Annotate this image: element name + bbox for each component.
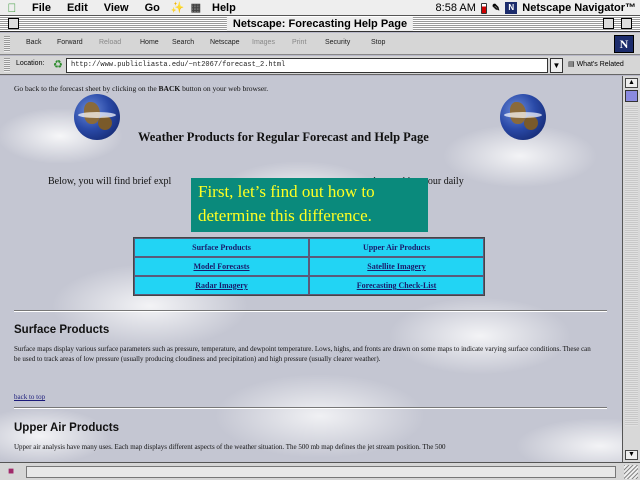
divider <box>14 310 607 312</box>
products-nav-table: Surface Products Upper Air Products Mode… <box>133 237 485 296</box>
menubar:  File Edit View Go ✨ ▦ Help 8:58 AM ✎ N… <box>0 0 640 16</box>
tutorial-overlay: First, let’s find out how to determine t… <box>191 178 428 232</box>
globe-icon-right <box>500 94 546 140</box>
back-instruction-text-end: button on your web browser. <box>180 84 269 93</box>
locationbar-grip[interactable] <box>4 58 10 72</box>
stop-button[interactable]: Stop <box>371 39 385 46</box>
print-button[interactable]: Print <box>292 39 306 46</box>
search-button[interactable]: Search <box>172 39 194 46</box>
status-bar: ■ <box>0 462 640 480</box>
images-button[interactable]: Images <box>252 39 275 46</box>
bookmarks-icon[interactable]: ✨ <box>168 1 188 14</box>
netscape-app-icon: N <box>505 2 518 14</box>
security-lock-icon[interactable]: ■ <box>8 466 14 477</box>
scroll-thumb[interactable] <box>625 90 638 102</box>
link-forecasting-checklist[interactable]: Forecasting Check-List <box>309 276 484 295</box>
whats-related-icon: ▤ <box>568 61 575 68</box>
whats-related-label: What's Related <box>576 61 624 68</box>
divider <box>14 407 607 409</box>
back-instruction-text: Go back to the forecast sheet by clickin… <box>14 84 159 93</box>
menu-file[interactable]: File <box>24 2 59 14</box>
link-surface-products[interactable]: Surface Products <box>134 238 309 257</box>
surface-products-body: Surface maps display various surface par… <box>14 345 591 363</box>
upper-air-body: Upper air analysis have many uses. Each … <box>14 443 446 451</box>
zoom-box[interactable] <box>603 18 614 29</box>
globe-icon-left <box>74 94 120 140</box>
link-satellite-imagery[interactable]: Satellite Imagery <box>309 257 484 276</box>
navigation-toolbar: Back Forward Reload Home Search Netscape… <box>0 33 640 55</box>
window-titlebar[interactable]: Netscape: Forecasting Help Page <box>0 16 640 32</box>
overlay-line-1: First, let’s find out how to <box>198 182 375 201</box>
whats-related-button[interactable]: ▤ What's Related <box>568 60 624 68</box>
upper-air-heading: Upper Air Products <box>14 422 120 434</box>
link-model-forecasts[interactable]: Model Forecasts <box>134 257 309 276</box>
help-balloon-icon[interactable]: ✎ <box>492 3 500 14</box>
link-upper-air-products[interactable]: Upper Air Products <box>309 238 484 257</box>
reload-button[interactable]: Reload <box>99 39 121 46</box>
netscape-logo[interactable]: N <box>614 35 634 53</box>
menubar-clock: 8:58 AM <box>435 2 476 14</box>
toolbar-grip[interactable] <box>4 36 10 52</box>
location-bar: Location: ♻ http://www.publicliasta.edu/… <box>0 56 640 75</box>
collapse-box[interactable] <box>621 18 632 29</box>
page-proxy-icon[interactable]: ♻ <box>53 59 64 72</box>
communicator-icon[interactable]: ▦ <box>188 1 204 14</box>
page-content: Go back to the forecast sheet by clickin… <box>0 76 622 462</box>
forward-button[interactable]: Forward <box>57 39 83 46</box>
location-label: Location: <box>16 60 45 67</box>
netscape-button[interactable]: Netscape <box>210 39 240 46</box>
page-title: Weather Products for Regular Forecast an… <box>138 130 429 144</box>
overlay-line-2: determine this difference. <box>198 206 372 225</box>
back-to-top-link[interactable]: back to top <box>14 393 45 401</box>
link-radar-imagery[interactable]: Radar Imagery <box>134 276 309 295</box>
window-title: Netscape: Forecasting Help Page <box>226 17 414 31</box>
menu-edit[interactable]: Edit <box>59 2 96 14</box>
close-box[interactable] <box>8 18 19 29</box>
back-button[interactable]: Back <box>26 39 42 46</box>
application-menu-label[interactable]: Netscape Navigator™ <box>522 2 636 14</box>
menu-go[interactable]: Go <box>137 2 168 14</box>
vertical-scrollbar[interactable]: ▲ ▼ <box>622 76 640 462</box>
apple-menu-icon[interactable]:  <box>0 1 24 15</box>
scroll-down-arrow-icon[interactable]: ▼ <box>625 450 638 460</box>
intro-text-left: Below, you will find brief expl <box>48 176 172 187</box>
scroll-track[interactable] <box>625 106 638 426</box>
scroll-up-arrow-icon[interactable]: ▲ <box>625 78 638 88</box>
url-dropdown-arrow-icon[interactable]: ▼ <box>550 58 563 73</box>
security-button[interactable]: Security <box>325 39 350 46</box>
url-field[interactable]: http://www.publicliasta.edu/~nt2067/fore… <box>66 58 548 73</box>
back-instruction: Go back to the forecast sheet by clickin… <box>14 84 268 93</box>
battery-icon <box>480 2 487 14</box>
surface-products-heading: Surface Products <box>14 324 110 336</box>
resize-grip-icon[interactable] <box>624 465 638 479</box>
back-instruction-bold: BACK <box>158 84 181 93</box>
status-message-field <box>26 466 616 478</box>
menu-view[interactable]: View <box>96 2 137 14</box>
menu-help[interactable]: Help <box>204 2 244 14</box>
home-button[interactable]: Home <box>140 39 159 46</box>
